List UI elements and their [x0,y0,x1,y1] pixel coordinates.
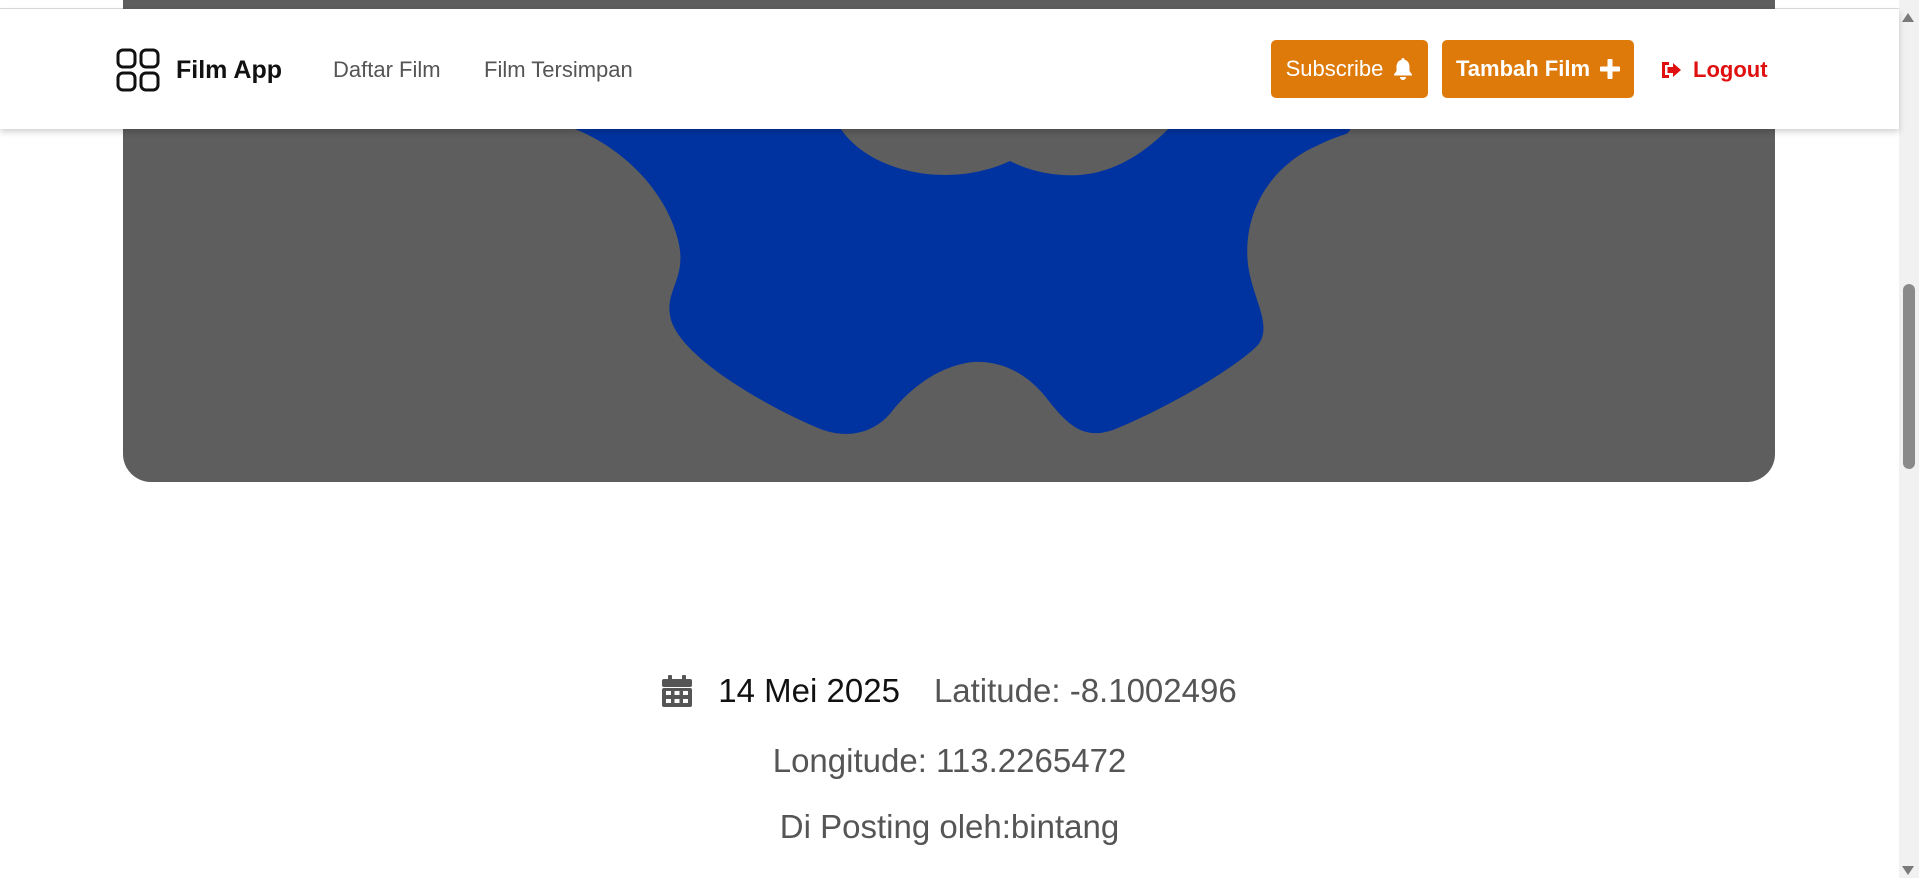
film-longitude: Longitude: 113.2265472 [772,742,1127,779]
grid-icon [116,48,160,92]
nav-film-tersimpan[interactable]: Film Tersimpan [484,57,633,83]
brand-title: Film App [176,55,283,84]
sign-out-icon [1662,62,1681,78]
logout-button[interactable]: Logout [1660,57,1768,83]
bell-icon [1394,58,1413,80]
page-scrollbar[interactable] [1899,0,1919,878]
nav-daftar-film[interactable]: Daftar Film [333,57,441,83]
plus-icon [1600,59,1621,79]
scroll-down-arrow-icon[interactable] [1902,866,1914,875]
tambah-film-label: Tambah Film [1455,56,1591,81]
scrollbar-thumb[interactable] [1903,284,1915,469]
tambah-film-button[interactable]: Tambah Film [1442,40,1634,98]
film-meta-row: 14 Mei 2025 Latitude: -8.1002496 [0,672,1899,710]
navbar: Film App Daftar Film Film Tersimpan Subs… [0,9,1899,129]
subscribe-label: Subscribe [1285,56,1384,81]
subscribe-button[interactable]: Subscribe [1271,40,1428,98]
film-date: 14 Mei 2025 [718,672,900,709]
film-latitude: Latitude: -8.1002496 [933,672,1237,709]
scroll-up-arrow-icon[interactable] [1902,13,1914,22]
calendar-icon [662,675,693,707]
logout-label: Logout [1693,57,1768,82]
film-posted-by: Di Posting oleh:bintang [779,808,1120,845]
brand[interactable]: Film App [116,48,282,92]
